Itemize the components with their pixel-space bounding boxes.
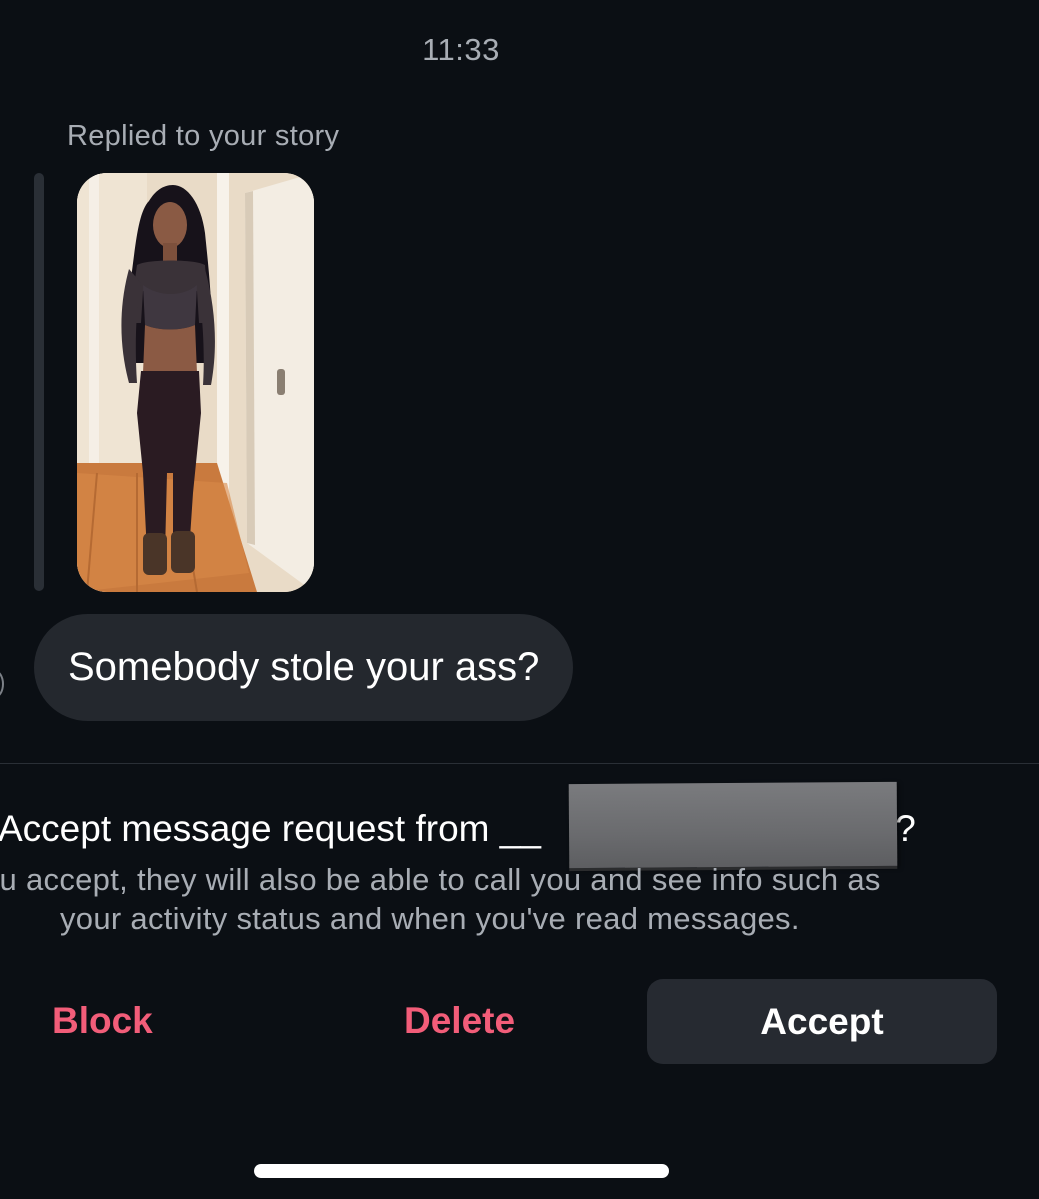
request-title-prefix: Accept message request from __: [0, 808, 541, 849]
message-text: Somebody stole your ass?: [68, 645, 540, 689]
message-timestamp: 11:33: [422, 32, 500, 67]
story-photo: [77, 173, 314, 592]
request-subtitle-line1: ou accept, they will also be able to cal…: [0, 862, 881, 897]
message-bubble[interactable]: Somebody stole your ass?: [34, 614, 574, 721]
request-subtitle-line2: your activity status and when you've rea…: [60, 901, 800, 936]
delete-button[interactable]: Delete: [404, 1000, 515, 1042]
sender-avatar[interactable]: [0, 670, 4, 698]
redaction-overlay: [568, 781, 898, 869]
story-thumbnail[interactable]: [77, 173, 314, 592]
story-reply-label: Replied to your story: [67, 120, 340, 152]
home-indicator[interactable]: [254, 1164, 669, 1178]
reply-indicator-bar: [34, 173, 44, 591]
section-divider: [0, 763, 1039, 764]
block-button[interactable]: Block: [52, 1000, 153, 1042]
accept-button[interactable]: Accept: [647, 979, 997, 1064]
